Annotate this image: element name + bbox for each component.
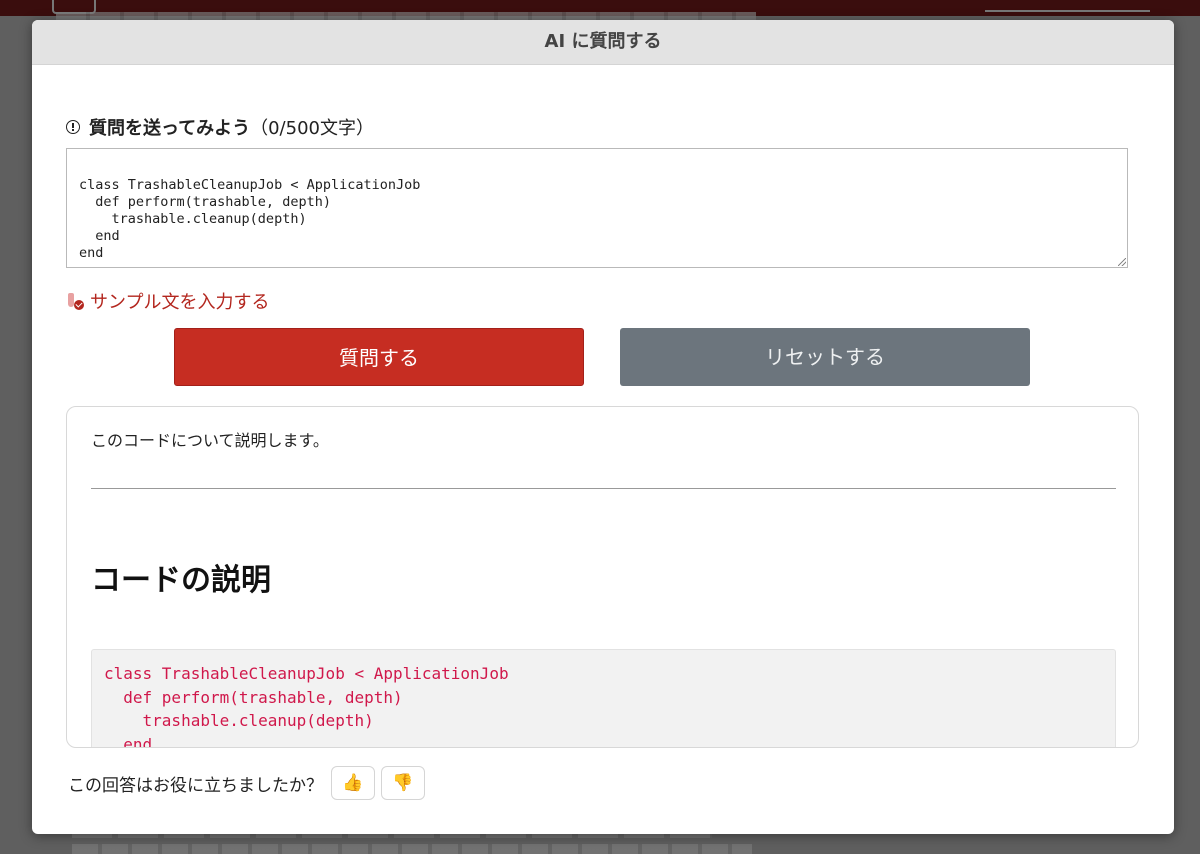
- answer-heading: コードの説明: [91, 563, 271, 598]
- answer-code-block: class TrashableCleanupJob < ApplicationJ…: [91, 649, 1116, 747]
- thumbs-up-icon: 👍: [342, 773, 364, 793]
- backdrop-search-bar: [985, 10, 1150, 12]
- modal-title: AI に質問する: [32, 20, 1174, 65]
- question-input[interactable]: [66, 148, 1128, 268]
- resize-handle-icon[interactable]: [1118, 258, 1126, 266]
- thumbs-down-icon: 👎: [392, 773, 414, 793]
- question-label: 質問を送ってみよう （0/500文字）: [66, 114, 374, 140]
- answer-panel[interactable]: このコードについて説明します。 コードの説明 class TrashableCl…: [66, 406, 1139, 748]
- ask-button[interactable]: 質問する: [174, 328, 584, 386]
- thumbs-up-button[interactable]: 👍: [331, 766, 375, 800]
- ai-question-modal: AI に質問する 質問を送ってみよう （0/500文字） サンプル文を入力する …: [32, 20, 1174, 834]
- backdrop-text: [72, 844, 752, 854]
- question-label-text: 質問を送ってみよう: [89, 118, 251, 139]
- insert-sample-link[interactable]: サンプル文を入力する: [66, 288, 269, 314]
- feedback-prompt: この回答はお役に立ちましたか？: [68, 775, 323, 796]
- insert-sample-label: サンプル文を入力する: [90, 292, 270, 313]
- thumbs-down-button[interactable]: 👎: [381, 766, 425, 800]
- char-counter: （0/500文字）: [250, 118, 374, 139]
- info-circle-icon: [66, 120, 80, 134]
- test-tube-check-icon: [66, 292, 84, 310]
- divider: [91, 488, 1116, 489]
- reset-button[interactable]: リセットする: [620, 328, 1030, 386]
- answer-intro: このコードについて説明します。: [91, 431, 329, 450]
- feedback-row: この回答はお役に立ちましたか？ 👍 👎: [68, 766, 425, 800]
